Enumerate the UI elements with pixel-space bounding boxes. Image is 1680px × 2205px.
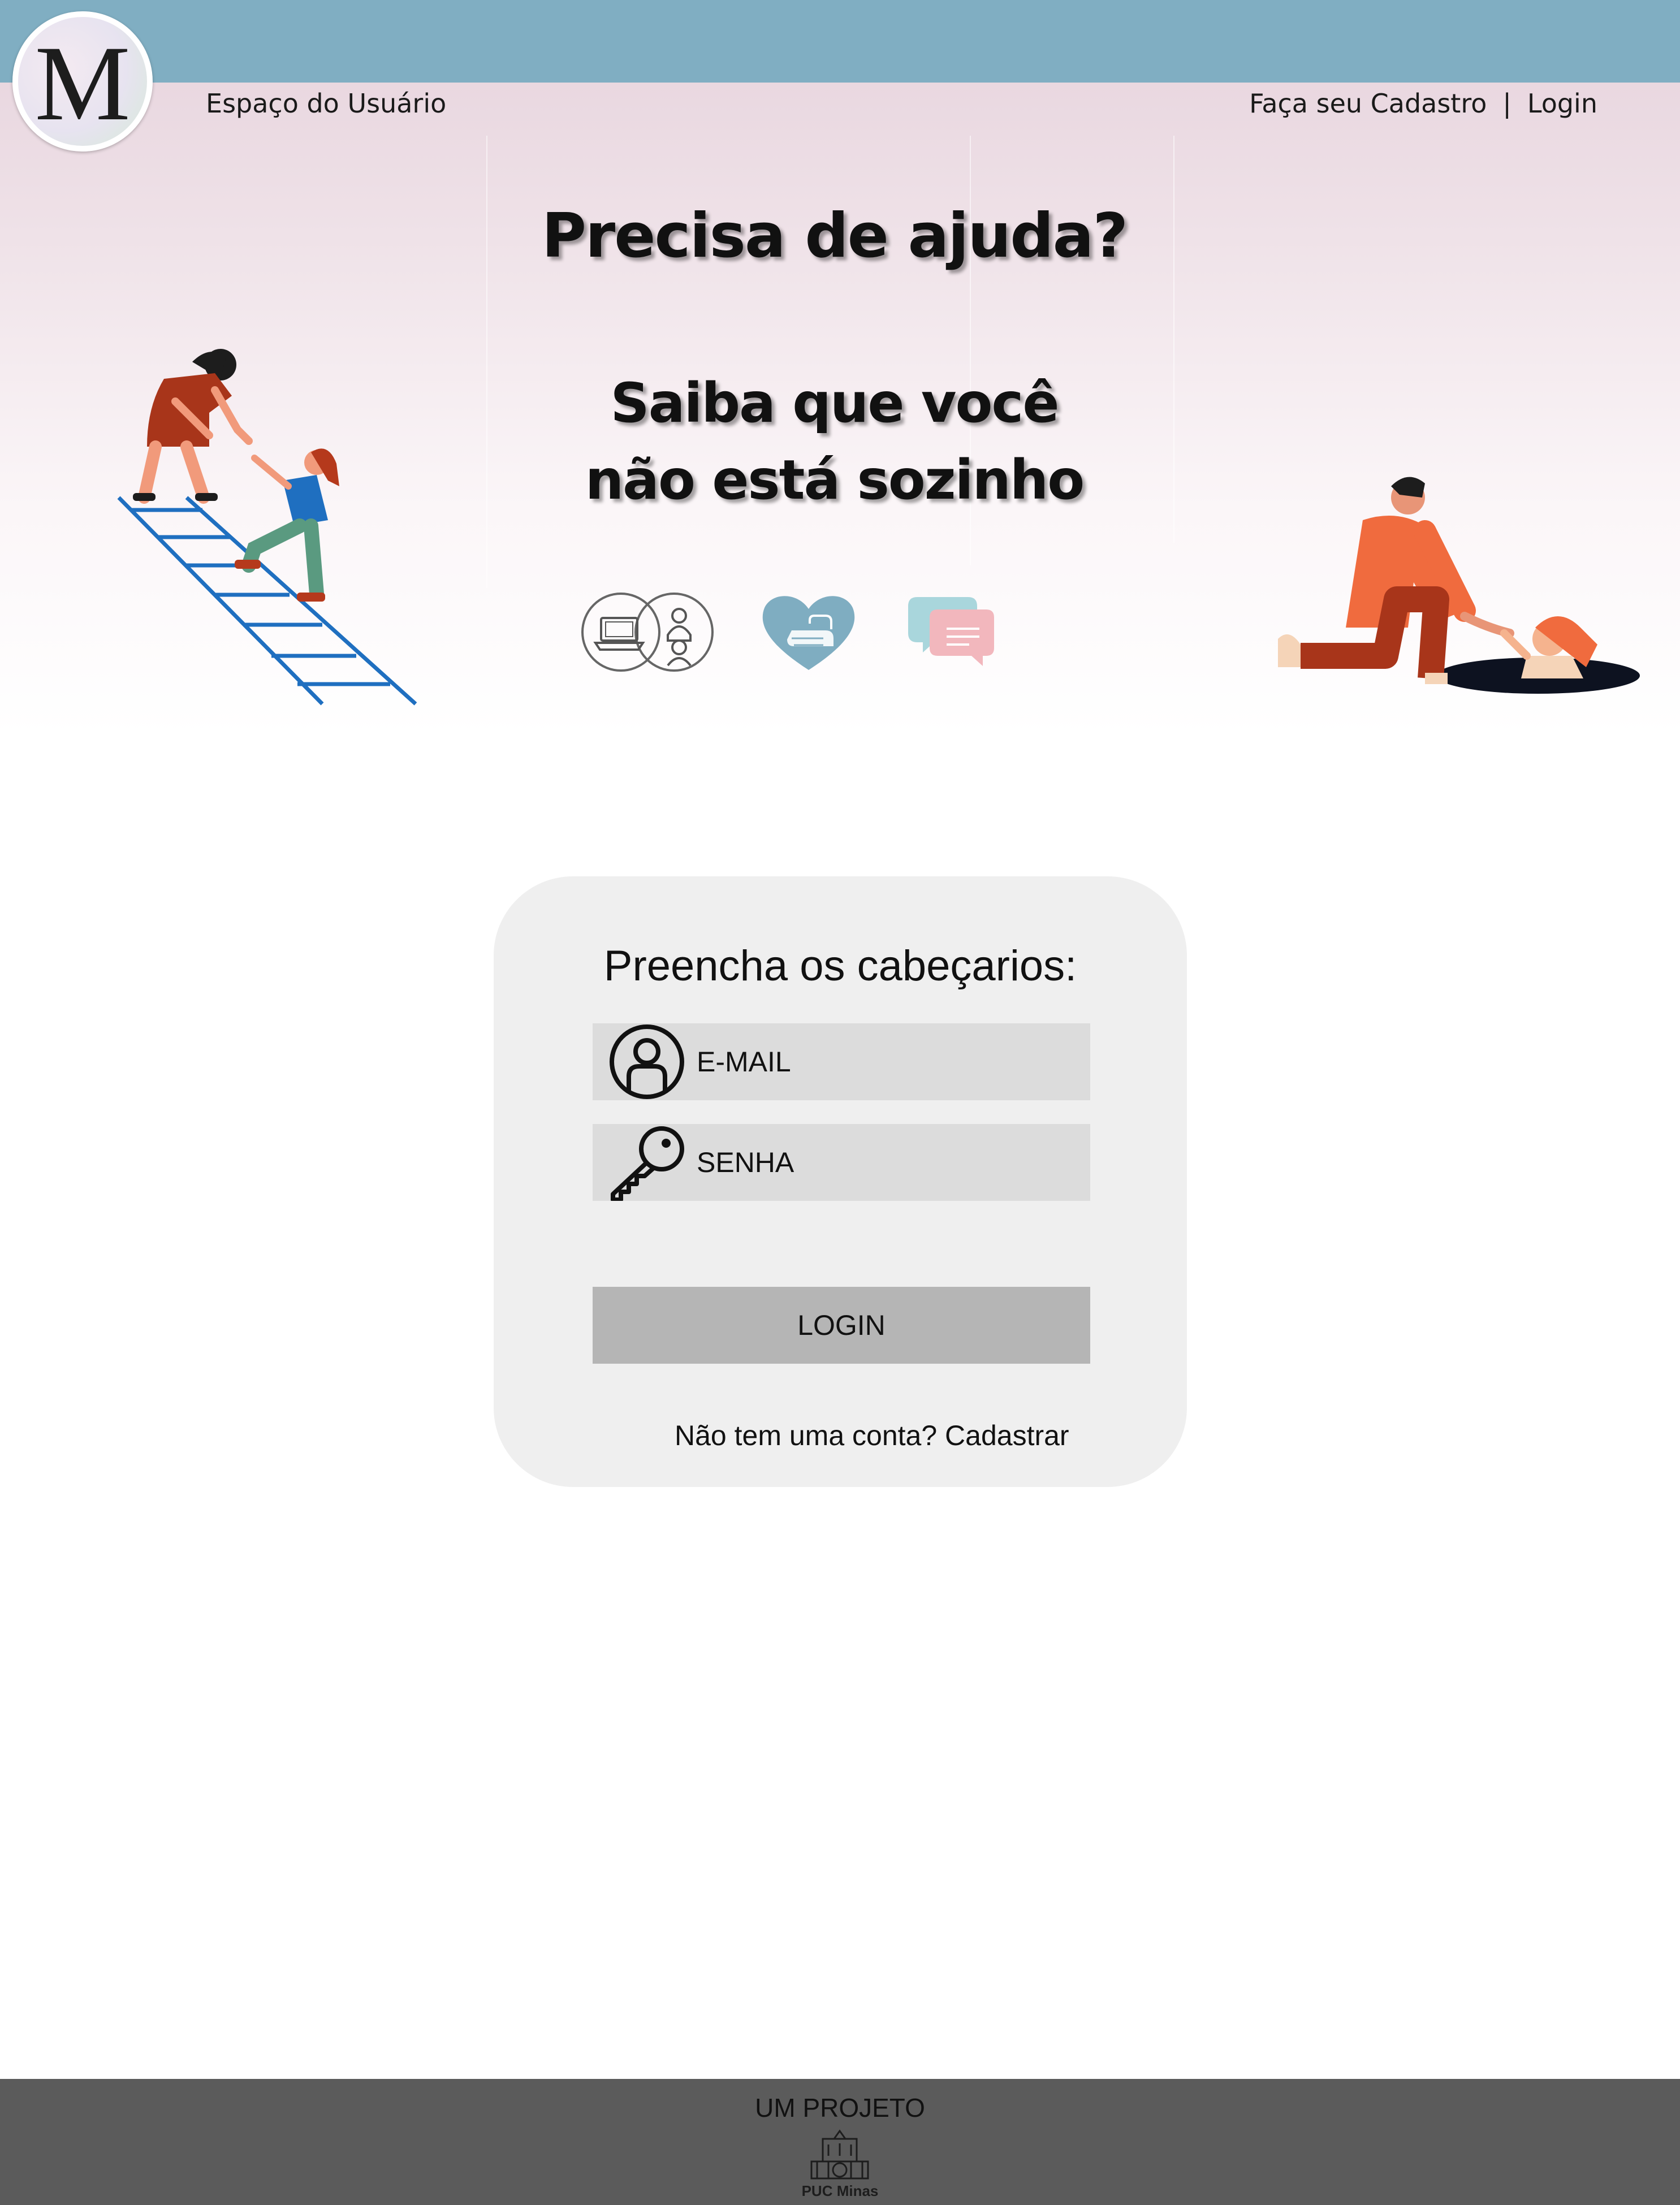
password-field[interactable] [593,1124,1090,1201]
signup-link[interactable]: Faça seu Cadastro [1249,88,1487,119]
top-bar [0,0,1680,83]
auth-nav: Faça seu Cadastro | Login [1249,88,1597,119]
login-link[interactable]: Login [1527,88,1597,119]
login-card-title: Preencha os cabeçarios: [603,942,1077,990]
login-card: Preencha os cabeçarios: LOGIN Não tem um… [494,876,1187,1487]
footer-institution: PUC Minas [801,2182,879,2199]
email-field[interactable] [593,1023,1090,1100]
brand-logo[interactable]: M [12,11,153,152]
email-input[interactable] [696,1045,1065,1079]
key-icon [607,1124,686,1201]
login-button[interactable]: LOGIN [593,1287,1090,1364]
heart-hands-icon [762,596,855,670]
nav-separator: | [1502,88,1511,119]
user-icon [607,1023,686,1100]
logo-letter: M [34,24,131,143]
footer: UM PROJETO PUC Minas [0,2079,1680,2205]
register-link[interactable]: Cadastrar [945,1420,1069,1451]
online-consultation-icon [581,593,714,672]
user-space-link[interactable]: Espaço do Usuário [206,88,446,119]
footer-project-label: UM PROJETO [755,2093,925,2122]
woman-helping-climb-ladder [117,349,417,706]
chat-bubbles-icon [908,597,994,666]
no-account-text: Não tem uma conta? [675,1420,938,1451]
password-input[interactable] [696,1145,1065,1179]
signup-prompt: Não tem uma conta? Cadastrar [675,1419,1069,1452]
man-pulling-woman-from-hole [1278,477,1640,694]
hero-title: Precisa de ajuda? [541,201,1128,271]
